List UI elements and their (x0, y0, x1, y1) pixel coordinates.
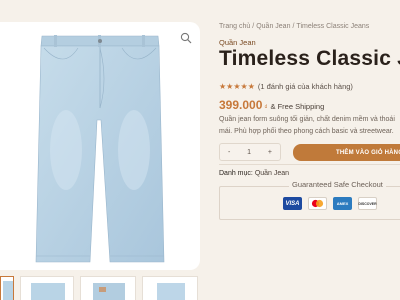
product-category[interactable]: Quần Jean (219, 38, 256, 47)
zoom-icon[interactable] (180, 32, 192, 44)
quantity-increase-button[interactable]: + (268, 149, 272, 156)
payment-cards: VISA AMEX DISCOVER (283, 197, 377, 210)
quantity-stepper: - 1 + (219, 143, 281, 161)
thumbnail-4[interactable] (142, 276, 198, 300)
amex-card-icon: AMEX (333, 197, 352, 210)
visa-card-icon: VISA (283, 197, 302, 210)
review-count-link[interactable]: (1 đánh giá của khách hàng) (258, 82, 353, 91)
breadcrumb: Trang chủ / Quần Jean / Timeless Classic Jea… (219, 23, 369, 30)
product-description: Quần jean form suông tối giản, chất deni… (219, 116, 395, 135)
breadcrumb-separator: / (252, 23, 255, 30)
category-key: Danh mục: (219, 170, 253, 177)
currency-symbol: ₫ (264, 105, 268, 111)
quantity-input[interactable]: 1 (247, 149, 251, 156)
category-value-link[interactable]: Quần Jean (255, 170, 289, 177)
product-meta: Danh mục: Quần Jean (219, 170, 289, 177)
add-to-cart-button[interactable]: THÊM VÀO GIỎ HÀNG (293, 144, 400, 161)
product-rating: ★★★★★ (1 đánh giá của khách hàng) (219, 82, 353, 91)
product-price: 399.000 (219, 98, 263, 112)
discover-card-icon: DISCOVER (358, 197, 377, 210)
product-info: Trang chủ / Quần Jean / Timeless Classic Jea… (219, 0, 400, 300)
mastercard-logo (311, 199, 324, 208)
breadcrumb-separator: / (292, 23, 295, 30)
divider (219, 164, 400, 165)
rating-stars: ★★★★★ (219, 82, 255, 91)
breadcrumb-current: Timeless Classic Jeans (296, 23, 370, 30)
shipping-note: & Free Shipping (270, 102, 325, 111)
product-title: Timeless Classic Jean (219, 47, 400, 70)
thumbnail-image (157, 283, 185, 300)
thumbnail-3[interactable] (80, 276, 136, 300)
thumbnail-image (31, 283, 65, 300)
thumbnail-image (93, 283, 125, 300)
breadcrumb-category[interactable]: Quần Jean (256, 23, 290, 30)
safe-checkout-title: Guaranteed Safe Checkout (289, 180, 386, 189)
thumbnail-image (3, 281, 13, 300)
product-page: Trang chủ / Quần Jean / Timeless Classic Jea… (0, 0, 400, 300)
thumbnail-2[interactable] (20, 276, 74, 300)
price-row: 399.000 ₫ & Free Shipping (219, 98, 324, 112)
jeans-image (35, 35, 165, 263)
product-main-image[interactable] (0, 22, 200, 270)
breadcrumb-home[interactable]: Trang chủ (219, 23, 250, 30)
thumbnail-strip (0, 276, 200, 300)
thumbnail-1[interactable] (0, 276, 14, 300)
mastercard-icon (308, 197, 327, 210)
quantity-decrease-button[interactable]: - (228, 149, 230, 156)
